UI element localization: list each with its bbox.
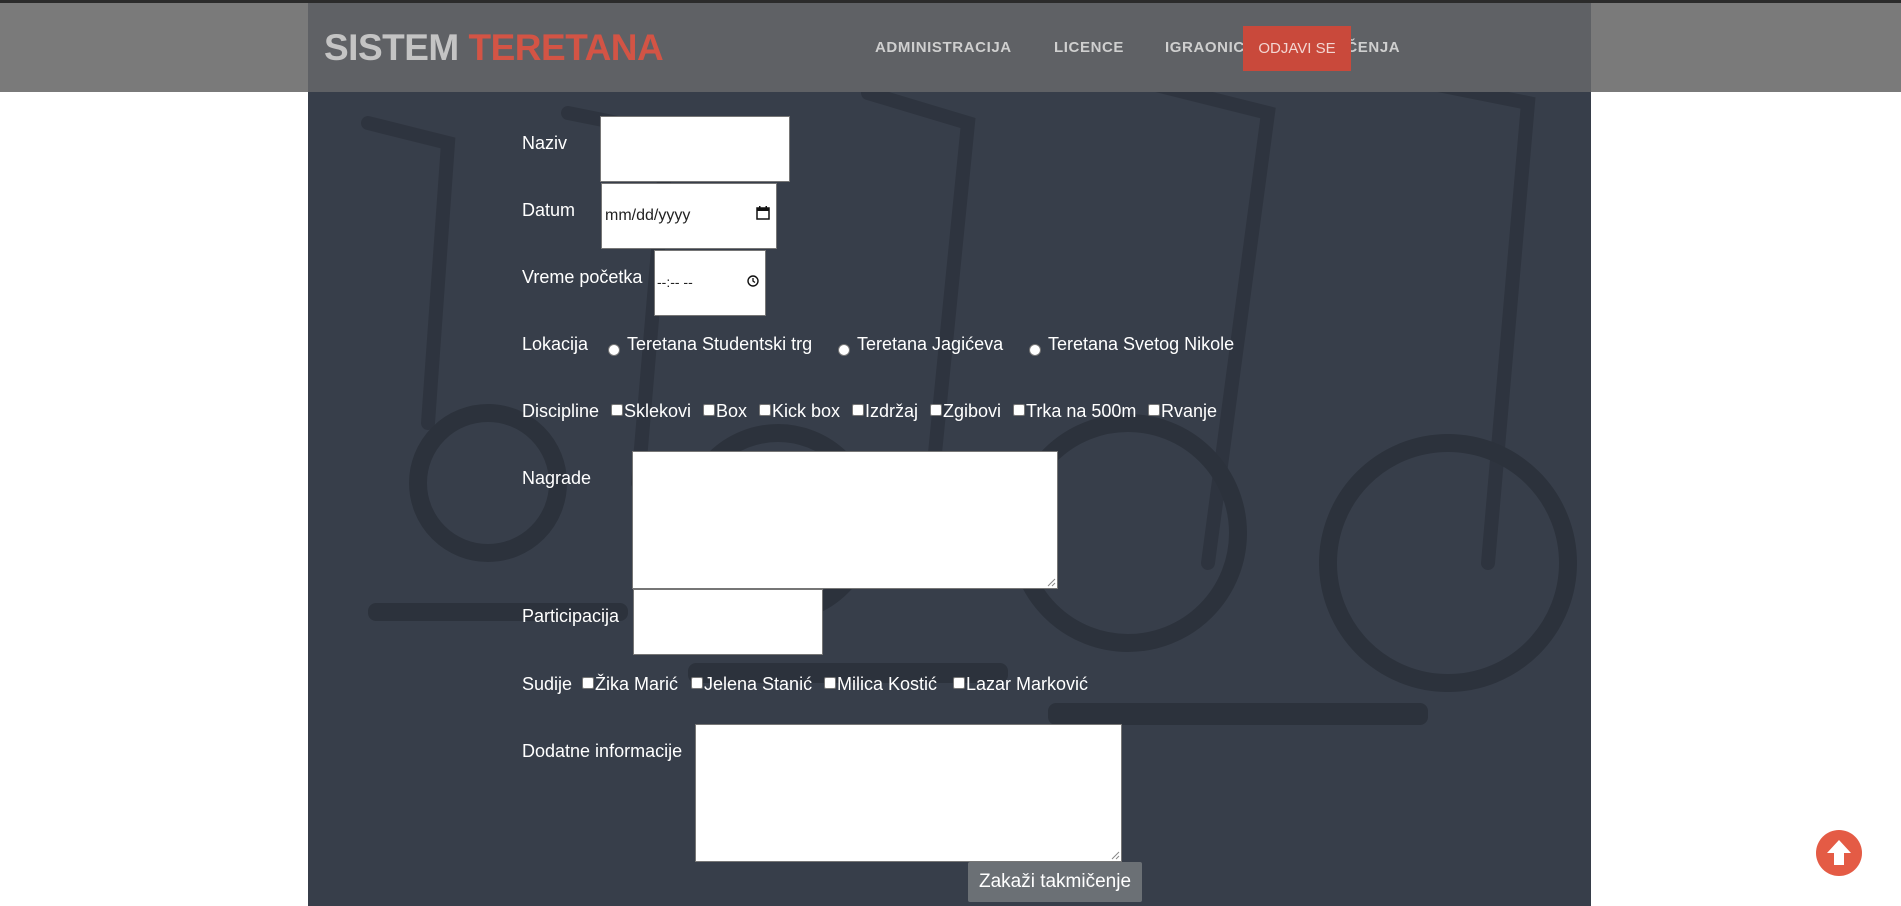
discipline-checkbox-kick-box[interactable] <box>759 404 771 416</box>
calendar-icon[interactable] <box>756 206 770 220</box>
lokacija-radio-svetog-nikole[interactable] <box>1029 344 1041 356</box>
discipline-checkbox-rvanje[interactable] <box>1148 404 1160 416</box>
discipline-option-label: Box <box>716 401 748 421</box>
discipline-option-label: Zgibovi <box>943 401 1002 421</box>
nav-administracija[interactable]: ADMINISTRACIJA <box>875 39 1012 56</box>
sudija-option-label: Jelena Stanić <box>704 674 813 694</box>
nav-licence[interactable]: LICENCE <box>1054 39 1124 56</box>
nagrade-textarea[interactable] <box>632 451 1058 589</box>
sudija-option-label: Lazar Marković <box>966 674 1089 694</box>
participacija-label: Participacija <box>522 606 620 626</box>
lokacija-radio-jagiceva[interactable] <box>838 344 850 356</box>
vreme-pocetka-label: Vreme početka <box>522 267 643 287</box>
zakazi-takmicenje-button[interactable]: Zakaži takmičenje <box>968 862 1142 902</box>
naziv-label: Naziv <box>522 133 568 153</box>
datum-placeholder: mm/dd/yyyy <box>605 207 691 224</box>
sudija-checkbox-lazar-markovic[interactable] <box>953 677 965 689</box>
naziv-input[interactable] <box>600 116 790 182</box>
sudija-checkbox-jelena-stanic[interactable] <box>691 677 703 689</box>
dodatne-informacije-textarea[interactable] <box>695 724 1122 862</box>
lokacija-radio-studentski-trg[interactable] <box>608 344 620 356</box>
dodatne-informacije-label: Dodatne informacije <box>522 741 683 761</box>
datum-label: Datum <box>522 200 576 220</box>
discipline-option-label: Izdržaj <box>865 401 919 421</box>
datum-input[interactable]: mm/dd/yyyy <box>601 183 777 249</box>
lokacija-label: Lokacija <box>522 334 589 354</box>
discipline-option-label: Sklekovi <box>624 401 692 421</box>
discipline-label: Discipline <box>522 401 600 421</box>
top-navbar: SISTEM TERETANA ADMINISTRACIJA LICENCE I… <box>0 3 1901 92</box>
logout-button[interactable]: ODJAVI SE <box>1243 26 1351 71</box>
discipline-checkbox-zgibovi[interactable] <box>930 404 942 416</box>
discipline-checkbox-box[interactable] <box>703 404 715 416</box>
sudija-option-label: Žika Marić <box>595 674 679 694</box>
discipline-option-label: Rvanje <box>1161 401 1218 421</box>
clock-icon[interactable] <box>747 275 759 287</box>
resize-grip-icon[interactable] <box>1046 577 1056 587</box>
resize-grip-icon[interactable] <box>1110 850 1120 860</box>
site-logo[interactable]: SISTEM TERETANA <box>324 27 664 69</box>
sudija-option-label: Milica Kostić <box>837 674 938 694</box>
logo-word-sistem: SISTEM <box>324 27 459 68</box>
sudija-checkbox-milica-kostic[interactable] <box>824 677 836 689</box>
discipline-checkbox-trka[interactable] <box>1013 404 1025 416</box>
vreme-pocetka-input[interactable]: --:-- -- <box>654 250 766 316</box>
nagrade-label: Nagrade <box>522 468 592 488</box>
vreme-placeholder: --:-- -- <box>657 274 693 290</box>
discipline-option-label: Trka na 500m <box>1026 401 1137 421</box>
participacija-input[interactable] <box>633 589 823 655</box>
discipline-checkbox-izdrzaj[interactable] <box>852 404 864 416</box>
discipline-option-label: Kick box <box>772 401 841 421</box>
scroll-to-top-button[interactable] <box>1816 830 1862 876</box>
logo-word-teretana: TERETANA <box>468 27 664 68</box>
sudije-label: Sudije <box>522 674 573 694</box>
arrow-up-circle-icon <box>1827 840 1851 865</box>
sudija-checkbox-zika-maric[interactable] <box>582 677 594 689</box>
lokacija-option-label: Teretana Jagićeva <box>857 334 1004 354</box>
lokacija-option-label: Teretana Svetog Nikole <box>1048 334 1235 354</box>
lokacija-option-label: Teretana Studentski trg <box>627 334 813 354</box>
discipline-checkbox-sklekovi[interactable] <box>611 404 623 416</box>
navbar-container: SISTEM TERETANA ADMINISTRACIJA LICENCE I… <box>308 3 1591 92</box>
